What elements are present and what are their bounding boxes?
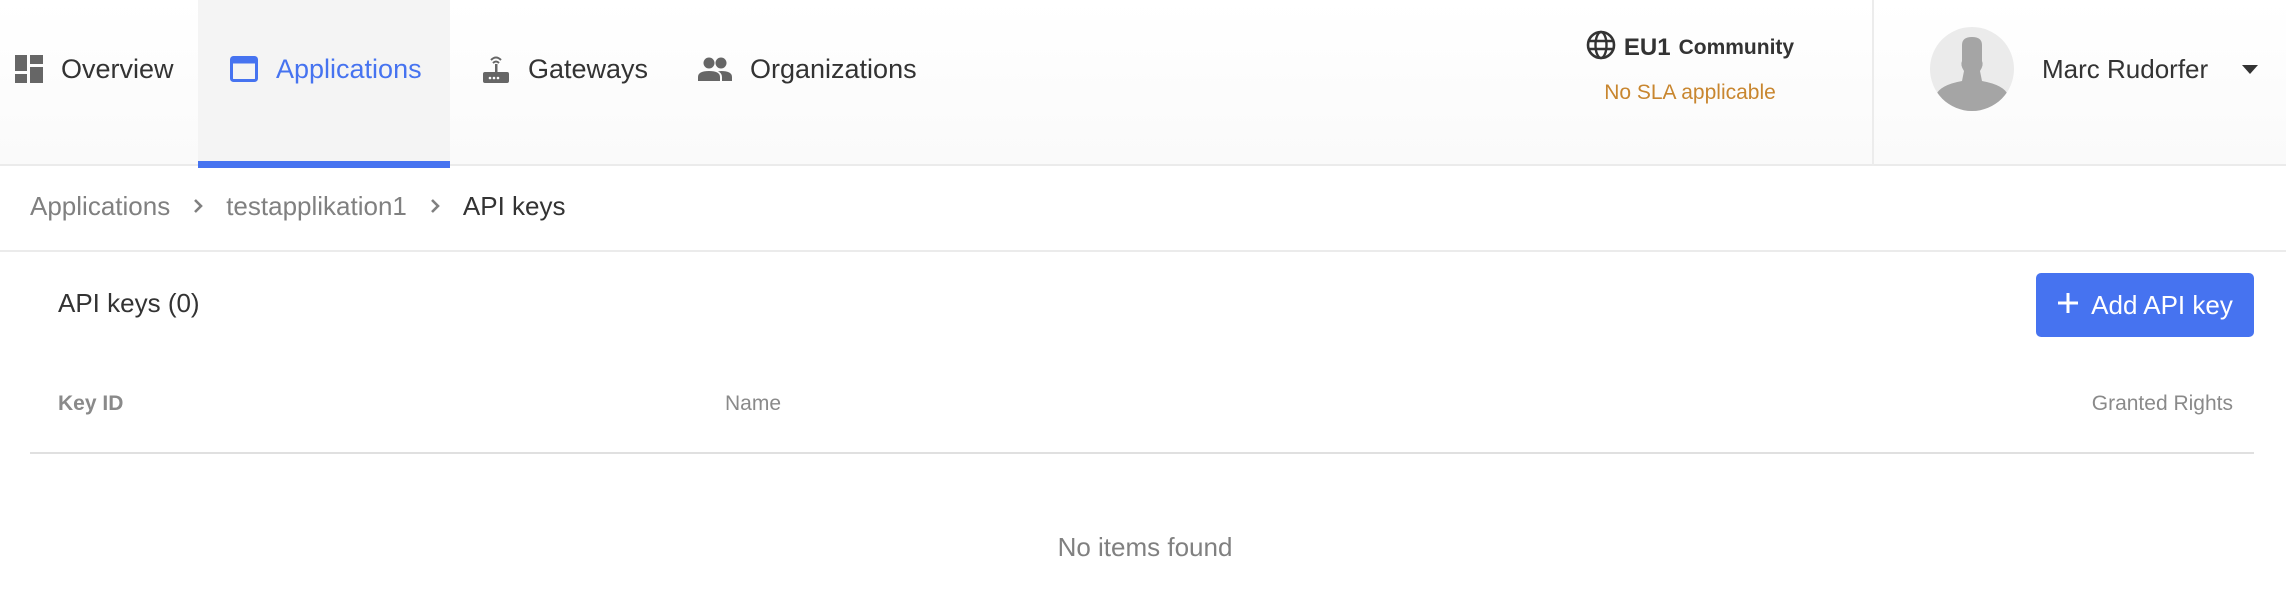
default-avatar-icon: [1930, 27, 2014, 111]
chevron-right-icon: [429, 197, 441, 215]
column-header-key-id: Key ID: [58, 392, 124, 415]
add-api-key-label: Add API key: [2091, 289, 2233, 320]
nav-item-label: Overview: [61, 53, 174, 84]
cluster-region: EU1: [1623, 33, 1671, 61]
column-header-name: Name: [725, 392, 782, 415]
nav-item-label: Applications: [276, 53, 422, 84]
breadcrumb-applications[interactable]: Applications: [30, 191, 170, 222]
breadcrumb: Applications testapplikation1 API keys: [30, 186, 565, 226]
nav-item-organizations[interactable]: Organizations: [680, 0, 930, 166]
application-window-icon: [230, 56, 258, 82]
sla-status: No SLA applicable: [1604, 81, 1776, 104]
page-title: API keys (0): [58, 288, 200, 318]
top-navigation-bar: Overview Applications Gateways Organizat…: [0, 0, 2286, 168]
table-header-divider: [30, 452, 2254, 454]
caret-down-icon[interactable]: [2242, 64, 2259, 74]
nav-item-applications[interactable]: Applications: [198, 0, 450, 168]
cluster-tier: Community: [1678, 35, 1795, 59]
plus-icon: [2057, 290, 2079, 321]
user-name: Marc Rudorfer: [2042, 53, 2209, 84]
add-api-key-button[interactable]: Add API key: [2036, 273, 2254, 337]
globe-icon: [1586, 30, 1616, 65]
chevron-right-icon: [192, 197, 204, 215]
column-header-granted-rights: Granted Rights: [2091, 392, 2233, 415]
nav-item-overview[interactable]: Overview: [0, 0, 198, 166]
breadcrumb-application[interactable]: testapplikation1: [226, 191, 407, 222]
breadcrumb-divider: [0, 250, 2286, 252]
nav-item-label: Organizations: [750, 53, 917, 84]
dashboard-icon: [15, 55, 43, 83]
nav-item-label: Gateways: [528, 53, 649, 84]
empty-state-message: No items found: [1057, 532, 1233, 562]
router-icon: [482, 54, 510, 84]
cluster-info: EU1 Community No SLA applicable: [1560, 30, 1820, 105]
nav-item-gateways[interactable]: Gateways: [450, 0, 680, 166]
people-icon: [698, 57, 732, 81]
breadcrumb-current: API keys: [462, 190, 566, 221]
header-divider: [1872, 0, 1874, 166]
user-menu[interactable]: Marc Rudorfer: [1930, 27, 2259, 111]
